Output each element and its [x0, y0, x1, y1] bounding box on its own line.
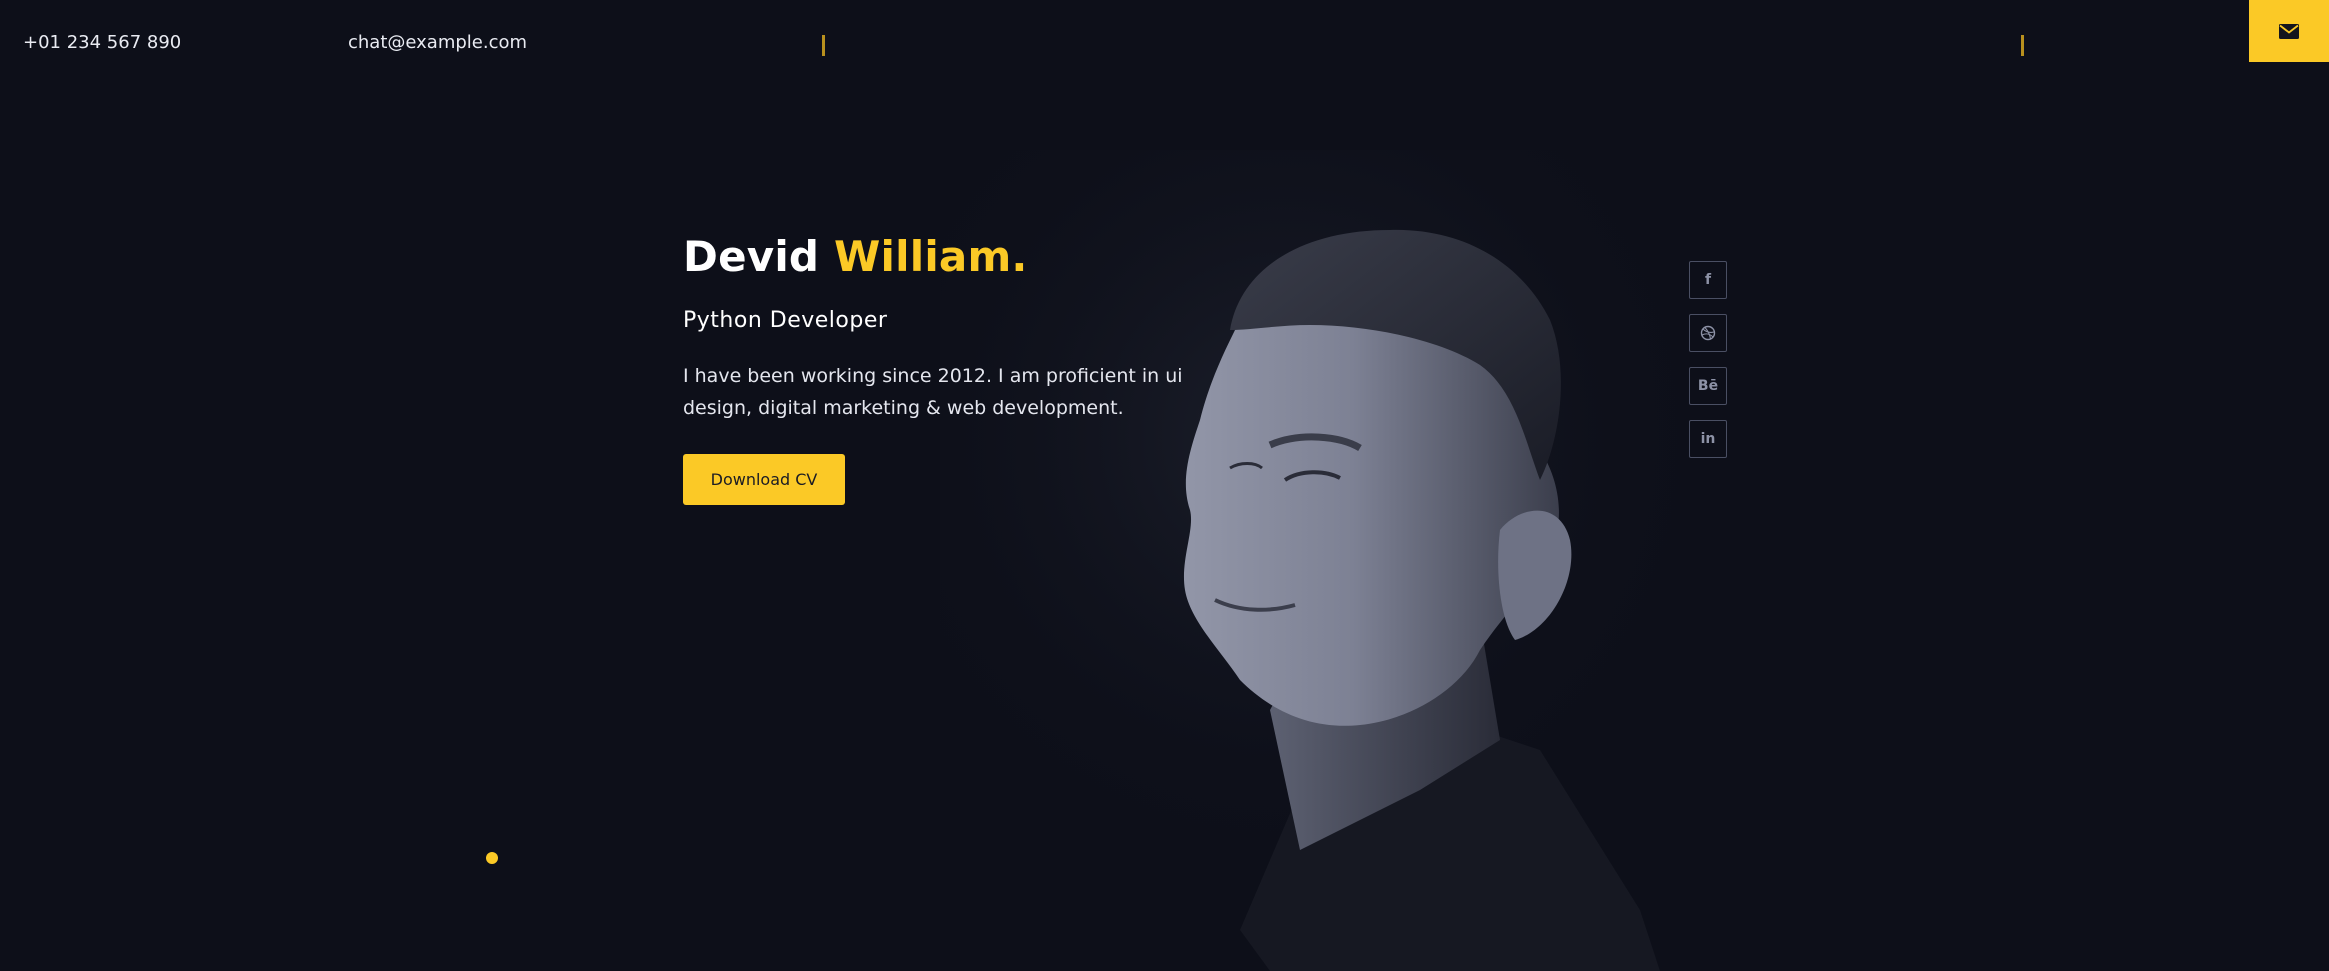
dribbble-link[interactable] — [1689, 314, 1727, 352]
hero-role: Python Developer — [683, 308, 888, 333]
hero-last-name: William. — [834, 232, 1028, 281]
facebook-link[interactable]: f — [1689, 261, 1727, 299]
envelope-icon — [2279, 23, 2299, 39]
hero-description: I have been working since 2012. I am pro… — [683, 365, 1183, 419]
portrait-image — [940, 150, 1760, 971]
dribbble-icon — [1700, 325, 1716, 341]
page: +01 234 567 890 chat@example.com Devid W… — [0, 0, 2329, 971]
download-cv-button[interactable]: Download CV — [683, 454, 845, 505]
hero-name: Devid William. — [683, 232, 1028, 281]
divider-right — [2021, 35, 2024, 56]
email-link[interactable]: chat@example.com — [348, 32, 527, 53]
top-bar: +01 234 567 890 chat@example.com — [0, 0, 2329, 62]
behance-link[interactable]: Bē — [1689, 367, 1727, 405]
phone-link[interactable]: +01 234 567 890 — [23, 32, 181, 53]
decorative-dot — [486, 852, 498, 864]
facebook-icon: f — [1704, 272, 1712, 288]
behance-icon: Bē — [1697, 378, 1719, 394]
social-links: f Bē in — [1689, 261, 1727, 473]
divider-left — [822, 35, 825, 56]
linkedin-icon: in — [1700, 431, 1716, 447]
hero-first-name: Devid — [683, 232, 820, 281]
linkedin-link[interactable]: in — [1689, 420, 1727, 458]
mail-button[interactable] — [2249, 0, 2329, 62]
